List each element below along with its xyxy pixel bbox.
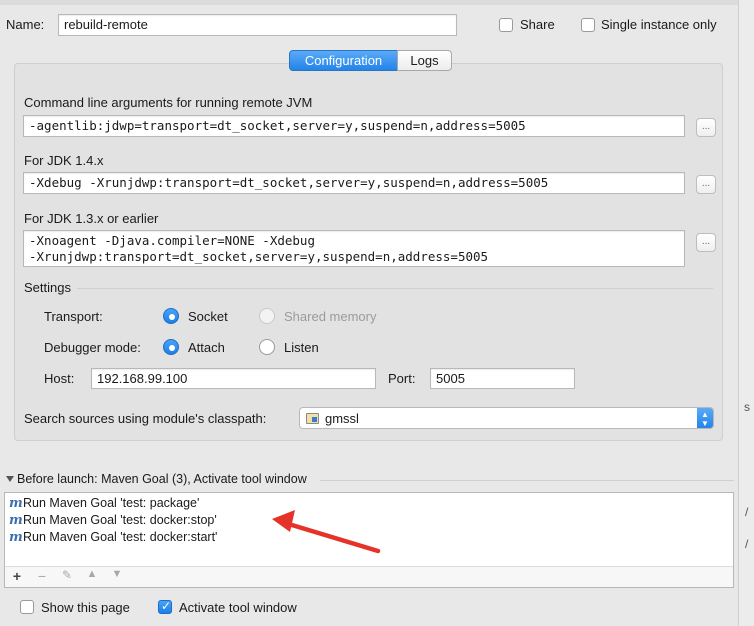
cmd-args-field[interactable]: -agentlib:jdwp=transport=dt_socket,serve… xyxy=(23,115,685,137)
move-down-icon[interactable]: ▼ xyxy=(109,568,125,586)
remove-icon[interactable]: − xyxy=(34,568,50,586)
arrow-shaft xyxy=(279,519,381,554)
activate-tool-window-label: Activate tool window xyxy=(179,600,297,615)
before-launch-toolbar: + − ✎ ▲ ▼ xyxy=(5,566,733,587)
jdk13-label: For JDK 1.3.x or earlier xyxy=(24,211,159,226)
share-checkbox[interactable] xyxy=(499,18,513,32)
activate-tool-window-checkbox[interactable] xyxy=(158,599,172,614)
port-label: Port: xyxy=(388,371,416,386)
edge-mark: / xyxy=(745,537,749,551)
jdk13-line-1: -Xnoagent -Djava.compiler=NONE -Xdebug xyxy=(29,233,315,248)
single-instance-label: Single instance only xyxy=(601,17,717,32)
name-label: Name: xyxy=(6,17,45,32)
collapse-triangle-icon[interactable] xyxy=(6,476,14,482)
debugger-listen-label: Listen xyxy=(284,340,319,355)
jdk14-field[interactable]: -Xdebug -Xrunjdwp:transport=dt_socket,se… xyxy=(23,172,685,194)
classpath-module-value: gmssl xyxy=(325,411,359,426)
jdk13-expand-button[interactable]: ... xyxy=(696,233,716,252)
port-input[interactable]: 5005 xyxy=(430,368,575,389)
arrow-head xyxy=(272,510,295,532)
debugger-mode-label: Debugger mode: xyxy=(44,340,141,355)
single-instance-checkbox[interactable] xyxy=(581,18,595,32)
settings-separator xyxy=(77,288,713,289)
edge-mark: / xyxy=(745,505,749,519)
tab-logs[interactable]: Logs xyxy=(397,50,452,71)
debugger-attach-label: Attach xyxy=(188,340,225,355)
transport-socket-radio[interactable] xyxy=(163,308,179,324)
share-label: Share xyxy=(520,17,555,32)
list-item[interactable]: mRun Maven Goal 'test: docker:stop' xyxy=(9,512,217,529)
before-launch-title: Before launch: Maven Goal (3), Activate … xyxy=(17,472,307,486)
cmd-args-expand-button[interactable]: ... xyxy=(696,118,716,137)
add-icon[interactable]: + xyxy=(9,568,25,586)
list-item[interactable]: mRun Maven Goal 'test: package' xyxy=(9,495,199,512)
transport-socket-label: Socket xyxy=(188,309,228,324)
classpath-label: Search sources using module's classpath: xyxy=(24,411,267,426)
list-item-label: Run Maven Goal 'test: docker:start' xyxy=(23,530,218,544)
host-label: Host: xyxy=(44,371,75,386)
transport-shared-memory-label: Shared memory xyxy=(284,309,377,324)
tab-configuration[interactable]: Configuration xyxy=(289,50,398,71)
chevron-updown-icon: ▲ ▼ xyxy=(697,408,713,428)
edge-mark: s xyxy=(744,400,750,414)
jdk13-line-2: -Xrunjdwp:transport=dt_socket,server=y,s… xyxy=(29,249,489,264)
debugger-attach-radio[interactable] xyxy=(163,339,179,355)
jdk14-label: For JDK 1.4.x xyxy=(24,153,104,168)
move-up-icon[interactable]: ▲ xyxy=(84,568,100,586)
host-input[interactable]: 192.168.99.100 xyxy=(91,368,376,389)
background-window-edge: s / / xyxy=(738,0,754,626)
transport-label: Transport: xyxy=(44,309,103,324)
jdk14-expand-button[interactable]: ... xyxy=(696,175,716,194)
module-folder-icon xyxy=(306,413,319,424)
classpath-module-dropdown[interactable]: gmssl ▲ ▼ xyxy=(299,407,714,429)
annotation-arrow-icon xyxy=(272,510,381,554)
list-item-label: Run Maven Goal 'test: docker:stop' xyxy=(23,513,217,527)
name-input[interactable]: rebuild-remote xyxy=(58,14,457,36)
before-launch-separator xyxy=(320,480,734,481)
list-item[interactable]: mRun Maven Goal 'test: docker:start' xyxy=(9,529,217,546)
cmd-args-label: Command line arguments for running remot… xyxy=(24,95,313,110)
maven-icon: m xyxy=(9,513,23,528)
edit-icon[interactable]: ✎ xyxy=(59,568,75,586)
debugger-listen-radio[interactable] xyxy=(259,339,275,355)
maven-icon: m xyxy=(9,496,23,511)
list-item-label: Run Maven Goal 'test: package' xyxy=(23,496,200,510)
jdk13-field[interactable]: -Xnoagent -Djava.compiler=NONE -Xdebug -… xyxy=(23,230,685,267)
show-page-label: Show this page xyxy=(41,600,130,615)
show-page-checkbox[interactable] xyxy=(20,600,34,614)
settings-label: Settings xyxy=(24,280,71,295)
window-top-strip xyxy=(0,0,754,5)
maven-icon: m xyxy=(9,530,23,545)
transport-shared-memory-radio[interactable] xyxy=(259,308,275,324)
